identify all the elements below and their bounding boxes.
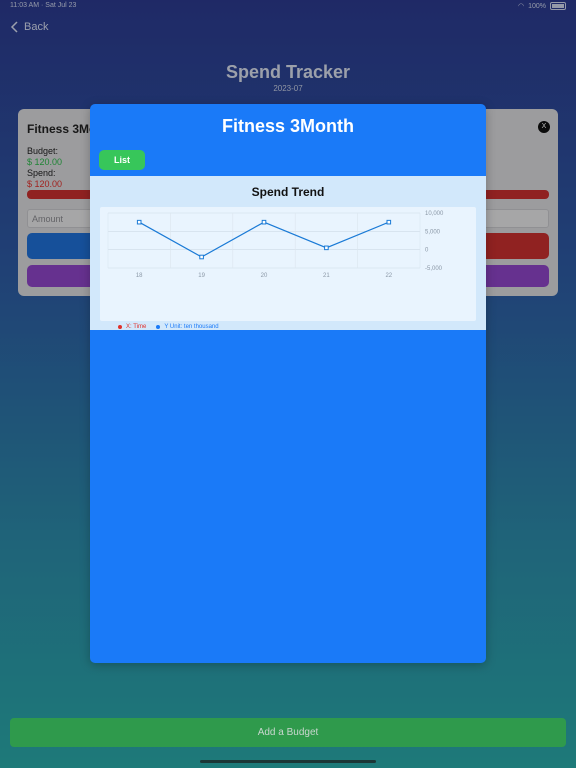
data-point <box>324 245 329 251</box>
x-tick-label: 19 <box>198 273 205 279</box>
add-budget-button[interactable]: Add a Budget <box>10 718 566 747</box>
x-tick-label: 22 <box>385 273 392 279</box>
y-tick-label: -5,000 <box>425 266 443 272</box>
legend-y-dot <box>156 325 161 329</box>
line-chart: 10,000 5,000 0 -5,000 18 19 20 21 22 <box>107 211 444 279</box>
legend-x-dot <box>118 325 122 329</box>
modal-title: Fitness 3Month <box>221 116 354 136</box>
y-tick-label: 0 <box>425 248 429 254</box>
y-tick-label: 5,000 <box>425 229 441 235</box>
legend-y: Y Unit: ten thousand <box>156 324 219 330</box>
series-line <box>138 221 390 258</box>
legend-y-label: Y Unit: ten thousand <box>164 324 219 330</box>
list-button[interactable]: List <box>99 150 145 170</box>
data-point <box>261 219 267 225</box>
chart-area: 10,000 5,000 0 -5,000 18 19 20 21 22 X: Time Y U… <box>100 207 476 330</box>
y-tick-label: 10,000 <box>425 211 444 217</box>
chart-title: Spend Trend <box>251 185 325 199</box>
chart-legend: X: Time Y Unit: ten thousand <box>118 324 219 330</box>
data-point <box>199 254 204 260</box>
x-tick-label: 21 <box>323 273 330 279</box>
home-indicator <box>200 760 376 763</box>
x-tick-label: 20 <box>261 273 268 279</box>
data-point <box>136 219 142 225</box>
data-point <box>386 219 392 225</box>
chart-modal: Fitness 3Month List Spend Trend 10,000 5,… <box>90 104 486 663</box>
legend-x-label: X: Time <box>126 324 147 330</box>
x-tick-label: 18 <box>136 273 143 279</box>
legend-x: X: Time <box>118 324 146 330</box>
chart-panel: Spend Trend 10,000 5,000 0 -5,000 18 19 20 21 22… <box>90 176 486 330</box>
